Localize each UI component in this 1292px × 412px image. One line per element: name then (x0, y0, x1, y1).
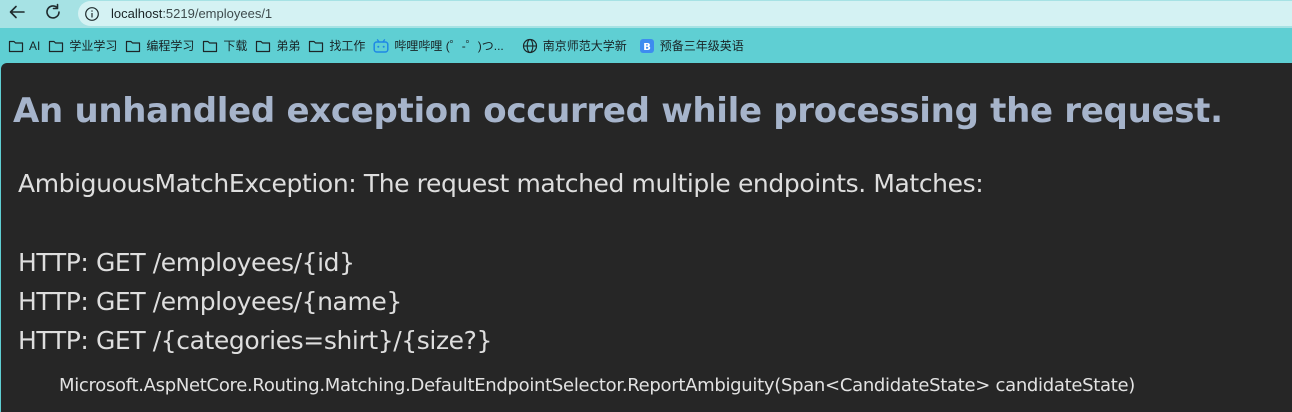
endpoint-match: HTTP: GET /employees/{id} (18, 248, 355, 277)
address-bar[interactable]: localhost:5219/employees/1 (78, 1, 1292, 26)
bookmark-english[interactable]: B 预备三年级英语 (637, 35, 750, 57)
bookmark-folder-ai[interactable]: AI (6, 35, 46, 57)
error-page: An unhandled exception occurred while pr… (1, 63, 1292, 412)
url-text: localhost:5219/employees/1 (111, 6, 272, 21)
folder-icon (308, 38, 324, 54)
bookmark-label: 南京师范大学新 (542, 39, 627, 53)
site-info-icon[interactable] (84, 6, 100, 22)
folder-icon (48, 38, 64, 54)
bookmark-njnu[interactable]: 南京师范大学新 (520, 35, 633, 57)
reload-button[interactable] (39, 0, 67, 28)
bookmark-folder-study[interactable]: 学业学习 (46, 35, 123, 57)
bookmark-bilibili[interactable]: 哔哩哔哩 (゜-゜)つ... (371, 35, 509, 57)
page-title: An unhandled exception occurred while pr… (13, 91, 1223, 131)
arrow-left-icon (8, 3, 26, 26)
bookmark-label: 预备三年级英语 (659, 39, 744, 53)
bookmark-folder-downloads[interactable]: 下载 (200, 35, 253, 57)
toolbar: localhost:5219/employees/1 (0, 0, 1292, 28)
endpoint-match: HTTP: GET /employees/{name} (18, 287, 402, 316)
endpoint-match: HTTP: GET /{categories=shirt}/{size?} (18, 326, 493, 355)
folder-icon (125, 38, 141, 54)
bookmark-folder-jobs[interactable]: 找工作 (306, 35, 371, 57)
reload-icon (44, 3, 62, 26)
bookmarks-bar: AI 学业学习 编程学习 下载 弟弟 找工作 哔哩哔哩 (゜-゜)つ... 南京… (0, 28, 1292, 63)
folder-icon (255, 38, 271, 54)
bilibili-icon (373, 38, 389, 54)
bookmark-label: 学业学习 (69, 39, 118, 53)
bookmark-label: 下载 (223, 39, 248, 53)
svg-text:B: B (643, 42, 651, 53)
folder-icon (202, 38, 218, 54)
bookmark-label: 弟弟 (276, 39, 301, 53)
bookmark-label: AI (29, 38, 41, 53)
folder-icon (8, 38, 24, 54)
bookmark-folder-brother[interactable]: 弟弟 (253, 35, 306, 57)
bookmark-label: 编程学习 (146, 39, 195, 53)
exception-message: AmbiguousMatchException: The request mat… (18, 169, 984, 198)
bookmark-folder-programming[interactable]: 编程学习 (123, 35, 200, 57)
globe-icon (522, 38, 538, 54)
browser-window: localhost:5219/employees/1 AI 学业学习 编程学习 (0, 0, 1292, 412)
stack-frame[interactable]: Microsoft.AspNetCore.Routing.Matching.De… (59, 375, 1135, 396)
back-button[interactable] (3, 0, 31, 28)
bookmark-label: 找工作 (329, 39, 366, 53)
b-icon: B (639, 38, 655, 54)
bookmark-label: 哔哩哔哩 (゜-゜)つ... (394, 39, 504, 53)
url-host: localhost (111, 6, 163, 21)
url-path: :5219/employees/1 (162, 6, 273, 21)
